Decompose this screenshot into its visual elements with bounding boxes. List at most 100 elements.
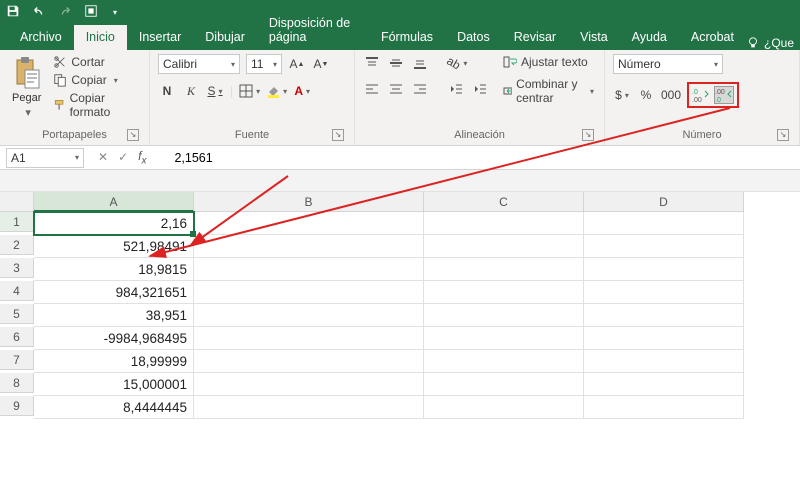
format-painter-button[interactable]: Copiar formato (51, 90, 141, 120)
cell[interactable] (194, 350, 424, 373)
enter-icon[interactable]: ✓ (118, 150, 128, 164)
increase-font-icon[interactable]: A▲ (288, 55, 306, 73)
italic-button[interactable]: K (182, 82, 200, 100)
cell-a6[interactable]: -9984,968495 (34, 327, 194, 350)
tab-review[interactable]: Revisar (502, 25, 568, 50)
cell[interactable] (194, 327, 424, 350)
increase-indent-icon[interactable] (471, 80, 489, 98)
select-all-corner[interactable] (0, 192, 34, 212)
cell[interactable] (194, 281, 424, 304)
redo-icon[interactable] (58, 4, 72, 21)
number-format-select[interactable]: Número▾ (613, 54, 723, 74)
dialog-launcher-icon[interactable]: ↘ (332, 129, 344, 141)
name-box[interactable]: A1▾ (6, 148, 84, 168)
undo-icon[interactable] (32, 4, 46, 21)
tab-help[interactable]: Ayuda (620, 25, 679, 50)
cell-a2[interactable]: 521,98491 (34, 235, 194, 258)
spreadsheet-grid[interactable]: A B C D 1 2,16 2 521,98491 3 18,9815 4 9… (0, 192, 800, 419)
row-header[interactable]: 9 (0, 396, 34, 416)
underline-button[interactable]: S▾ (206, 82, 224, 100)
tab-file[interactable]: Archivo (8, 25, 74, 50)
align-right-icon[interactable] (411, 80, 429, 98)
tab-view[interactable]: Vista (568, 25, 620, 50)
row-header[interactable]: 8 (0, 373, 34, 393)
cell[interactable] (584, 373, 744, 396)
row-header[interactable]: 4 (0, 281, 34, 301)
align-center-icon[interactable] (387, 80, 405, 98)
tab-data[interactable]: Datos (445, 25, 502, 50)
row-header[interactable]: 5 (0, 304, 34, 324)
font-name-select[interactable]: Calibri▾ (158, 54, 240, 74)
dialog-launcher-icon[interactable]: ↘ (777, 129, 789, 141)
cell[interactable] (194, 304, 424, 327)
cell[interactable] (424, 373, 584, 396)
cell[interactable] (584, 304, 744, 327)
qat-customize-icon[interactable]: ▾ (113, 8, 117, 17)
cell-a8[interactable]: 15,000001 (34, 373, 194, 396)
cell[interactable] (424, 327, 584, 350)
fx-icon[interactable]: fx (138, 149, 146, 166)
cell[interactable] (424, 235, 584, 258)
touch-mode-icon[interactable] (84, 4, 98, 21)
font-color-button[interactable]: A▾ (293, 82, 311, 100)
col-header-b[interactable]: B (194, 192, 424, 212)
col-header-a[interactable]: A (34, 192, 194, 212)
cell[interactable] (424, 396, 584, 419)
dialog-launcher-icon[interactable]: ↘ (127, 129, 139, 141)
increase-decimal-button[interactable]: .0.00 (692, 86, 710, 104)
cell[interactable] (584, 258, 744, 281)
cell[interactable] (584, 327, 744, 350)
cell-a7[interactable]: 18,99999 (34, 350, 194, 373)
cell[interactable] (584, 396, 744, 419)
cell[interactable] (584, 281, 744, 304)
paste-button[interactable]: Pegar ▾ (8, 54, 45, 121)
cut-button[interactable]: Cortar (51, 54, 141, 70)
comma-style-button[interactable]: 000 (661, 86, 681, 104)
tab-page-layout[interactable]: Disposición de página (257, 11, 369, 50)
cell[interactable] (584, 212, 744, 235)
cell[interactable] (424, 281, 584, 304)
orientation-icon[interactable]: ab▾ (447, 54, 467, 72)
align-left-icon[interactable] (363, 80, 381, 98)
fill-color-button[interactable]: ▾ (266, 82, 287, 100)
cell-a5[interactable]: 38,951 (34, 304, 194, 327)
row-header[interactable]: 1 (0, 212, 34, 232)
border-button[interactable]: ▾ (239, 82, 260, 100)
decrease-decimal-button[interactable]: .00.0 (714, 86, 734, 104)
row-header[interactable]: 3 (0, 258, 34, 278)
currency-button[interactable]: $▾ (613, 86, 631, 104)
tell-me[interactable]: ¿Que (746, 36, 800, 50)
wrap-text-button[interactable]: Ajustar texto (501, 54, 596, 70)
cell[interactable] (194, 235, 424, 258)
formula-input[interactable] (154, 151, 800, 165)
merge-center-button[interactable]: Combinar y centrar▾ (501, 76, 596, 106)
decrease-indent-icon[interactable] (447, 80, 465, 98)
col-header-c[interactable]: C (424, 192, 584, 212)
cell[interactable] (194, 373, 424, 396)
tab-acrobat[interactable]: Acrobat (679, 25, 746, 50)
cancel-icon[interactable]: ✕ (98, 150, 108, 164)
cell[interactable] (424, 304, 584, 327)
bold-button[interactable]: N (158, 82, 176, 100)
cell[interactable] (424, 258, 584, 281)
save-icon[interactable] (6, 4, 20, 21)
cell-a1[interactable]: 2,16 (34, 212, 194, 235)
align-middle-icon[interactable] (387, 54, 405, 72)
decrease-font-icon[interactable]: A▼ (312, 55, 330, 73)
align-bottom-icon[interactable] (411, 54, 429, 72)
cell[interactable] (194, 212, 424, 235)
row-header[interactable]: 6 (0, 327, 34, 347)
font-size-select[interactable]: 11▾ (246, 54, 282, 74)
row-header[interactable]: 2 (0, 235, 34, 255)
cell-a4[interactable]: 984,321651 (34, 281, 194, 304)
cell[interactable] (424, 350, 584, 373)
cell-a9[interactable]: 8,4444445 (34, 396, 194, 419)
tab-home[interactable]: Inicio (74, 25, 127, 50)
cell[interactable] (584, 235, 744, 258)
tab-draw[interactable]: Dibujar (193, 25, 257, 50)
tab-insert[interactable]: Insertar (127, 25, 193, 50)
cell[interactable] (584, 350, 744, 373)
tab-formulas[interactable]: Fórmulas (369, 25, 445, 50)
align-top-icon[interactable] (363, 54, 381, 72)
cell[interactable] (424, 212, 584, 235)
